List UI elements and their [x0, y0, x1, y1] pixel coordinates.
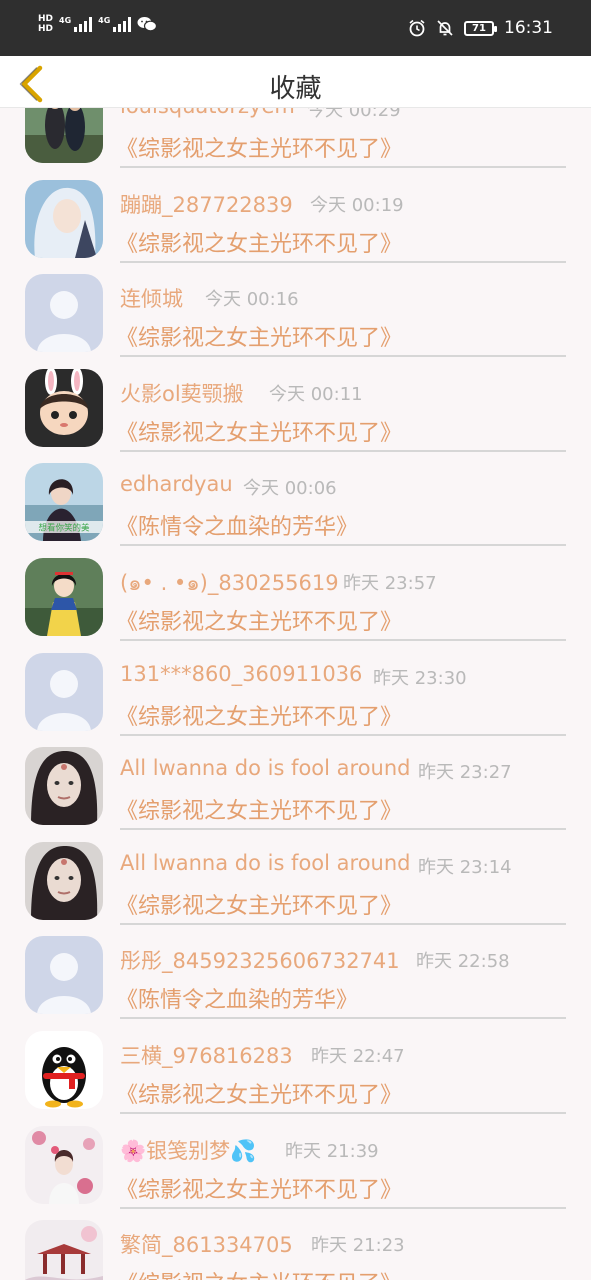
- user-name[interactable]: All lwanna do is fool around: [120, 851, 411, 875]
- timestamp: 昨天 21:23: [311, 1235, 405, 1257]
- list-item[interactable]: 想看你笑的美 edhardyau 今天 00:06 《陈情令之血染的芳华》: [0, 434, 591, 547]
- user-name[interactable]: 繁简_861334705: [120, 1229, 293, 1259]
- user-name[interactable]: 🌸银笺别梦💦: [120, 1135, 256, 1165]
- status-right: 71 16:31: [408, 0, 553, 56]
- alarm-icon: [409, 19, 425, 37]
- list-item[interactable]: 繁简_861334705 昨天 21:23 《综影视之女主光环不见了》: [0, 1191, 591, 1280]
- signal-icon-1: 4G: [59, 16, 93, 32]
- list-item[interactable]: 131***860_360911036 昨天 23:30 《综影视之女主光环不见了》: [0, 624, 591, 736]
- list-item[interactable]: All lwanna do is fool around 昨天 23:27 《综影视…: [0, 718, 591, 831]
- bell-off-icon: [437, 20, 453, 36]
- user-name[interactable]: All lwanna do is fool around: [120, 756, 411, 780]
- timestamp: 昨天 22:58: [416, 951, 510, 973]
- timestamp: 今天 00:19: [310, 194, 404, 216]
- list-item[interactable]: 蹦蹦_287722839 今天 00:19 《综影视之女主光环不见了》: [0, 151, 591, 263]
- user-name[interactable]: 三横_976816283: [120, 1040, 293, 1070]
- list-item[interactable]: (๑• . •๑)_830255619 昨天 23:57 《综影视之女主光环不见了》: [0, 529, 591, 641]
- wechat-icon: [137, 17, 158, 32]
- status-left: HD HD 4G 4G: [38, 14, 158, 34]
- user-name[interactable]: edhardyau: [120, 472, 233, 496]
- user-name[interactable]: 彤彤_84592325606732741: [120, 945, 400, 975]
- novel-title[interactable]: 《综影视之女主光环不见了》: [116, 1266, 402, 1280]
- hd-label-2: HD: [38, 24, 54, 34]
- user-name[interactable]: 131***860_360911036: [120, 662, 362, 686]
- nav-bar: 收藏: [0, 56, 591, 108]
- timestamp: 昨天 21:39: [285, 1140, 379, 1162]
- timestamp: 昨天 23:57: [343, 573, 437, 594]
- battery-indicator: 71: [464, 20, 497, 36]
- timestamp: 昨天 22:47: [311, 1046, 405, 1067]
- user-name[interactable]: 蹦蹦_287722839: [120, 189, 293, 219]
- clock: 16:31: [504, 18, 553, 38]
- user-name[interactable]: 火影ol葜颚搬: [120, 378, 244, 408]
- list-item[interactable]: 连倾城 今天 00:16 《综影视之女主光环不见了》: [0, 245, 591, 358]
- page-title: 收藏: [269, 74, 322, 104]
- hd-indicators: HD HD: [38, 14, 53, 34]
- favorites-list[interactable]: louisquatorzyem今天 00:29《综影视之女主光环不见了》蹦蹦_2…: [0, 56, 591, 1280]
- timestamp: 昨天 23:14: [418, 856, 512, 878]
- timestamp: 今天 00:11: [269, 383, 363, 405]
- list-item[interactable]: 火影ol葜颚搬 今天 00:11 《综影视之女主光环不见了》: [0, 340, 591, 452]
- status-bar: HD HD 4G 4G 71 16:31: [0, 0, 591, 56]
- user-name[interactable]: (๑• . •๑)_830255619: [120, 567, 339, 600]
- avatar[interactable]: [25, 1220, 103, 1280]
- timestamp: 今天 00:16: [205, 289, 299, 311]
- timestamp: 今天 00:06: [243, 478, 337, 500]
- timestamp: 昨天 23:27: [418, 762, 512, 784]
- list-item[interactable]: All lwanna do is fool around 昨天 23:14 《综影视…: [0, 813, 591, 925]
- signal-icon-2: 4G: [98, 16, 132, 32]
- hd-label-1: HD: [38, 14, 54, 24]
- list-item[interactable]: 彤彤_84592325606732741 昨天 22:58 《陈情令之血染的芳华》: [0, 907, 591, 1020]
- list-item[interactable]: 三横_976816283 昨天 22:47 《综影视之女主光环不见了》: [0, 1002, 591, 1114]
- list-item[interactable]: 🌸银笺别梦💦 昨天 21:39 《综影视之女主光环不见了》: [0, 1097, 591, 1209]
- timestamp: 昨天 23:30: [373, 667, 467, 689]
- user-name[interactable]: 连倾城: [120, 283, 183, 313]
